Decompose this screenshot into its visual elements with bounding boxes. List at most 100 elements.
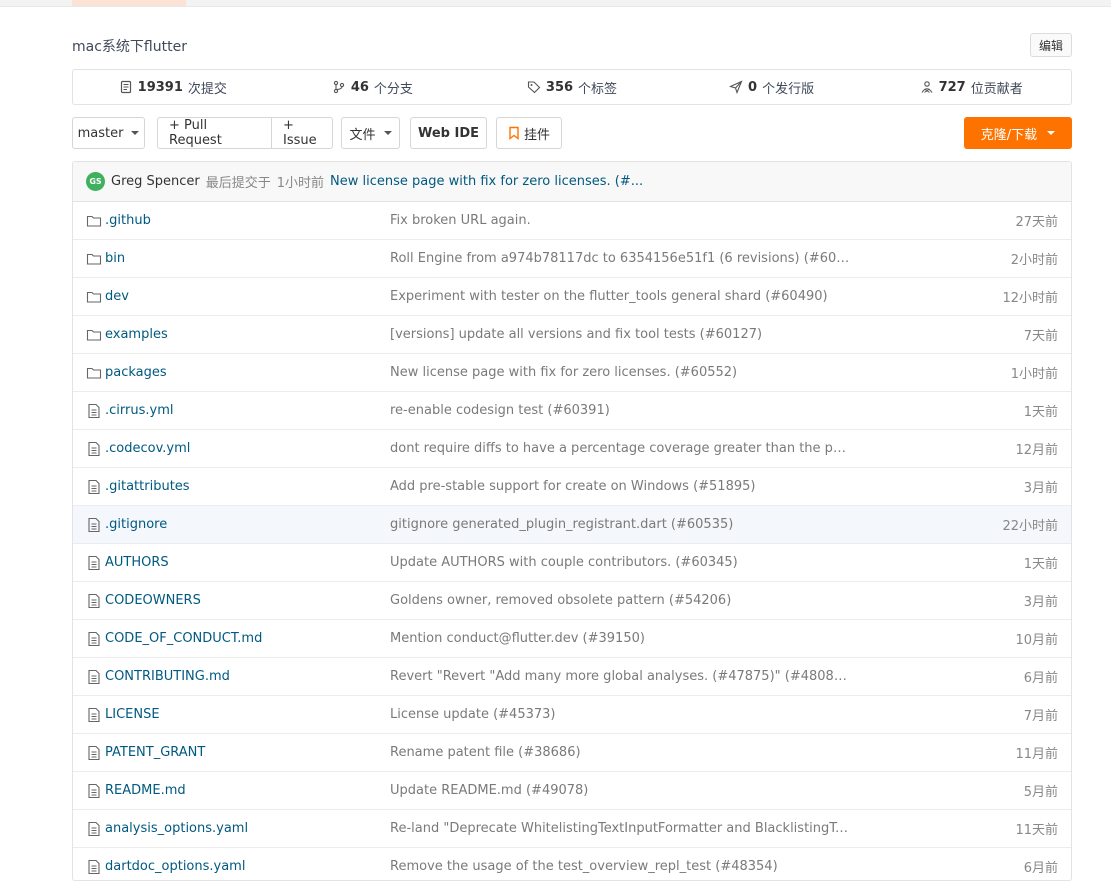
file-name-link[interactable]: .codecov.yml bbox=[105, 441, 190, 456]
file-name-link[interactable]: .gitattributes bbox=[105, 479, 190, 494]
commit-message-link[interactable]: New license page with fix for zero licen… bbox=[390, 365, 737, 380]
stat-commits[interactable]: 19391 次提交 bbox=[73, 70, 273, 104]
file-name-link[interactable]: dartdoc_options.yaml bbox=[105, 859, 245, 874]
widget-button[interactable]: 挂件 bbox=[496, 117, 562, 149]
new-pull-request-button[interactable]: + Pull Request bbox=[158, 118, 267, 148]
web-ide-button[interactable]: Web IDE bbox=[410, 117, 487, 149]
commit-time: 5月前 bbox=[1023, 785, 1058, 800]
file-name-link[interactable]: examples bbox=[105, 327, 168, 342]
commit-message-link[interactable]: Add pre-stable support for create on Win… bbox=[390, 479, 755, 494]
table-row[interactable]: .gitattributes Add pre-stable support for… bbox=[73, 468, 1071, 506]
commit-time: 22小时前 bbox=[1002, 519, 1058, 534]
table-row[interactable]: CODEOWNERS Goldens owner, removed obsolet… bbox=[73, 582, 1071, 620]
commit-message-link[interactable]: Rename patent file (#38686) bbox=[390, 745, 581, 760]
file-menu-button[interactable]: 文件 bbox=[341, 117, 400, 149]
commit-message-link[interactable]: Re-land "Deprecate WhitelistingTextInput… bbox=[390, 821, 850, 836]
folder-icon bbox=[86, 289, 102, 305]
file-name-link[interactable]: CONTRIBUTING.md bbox=[105, 669, 230, 684]
commit-message-link[interactable]: dont require diffs to have a percentage … bbox=[390, 441, 850, 456]
commit-time: 12小时前 bbox=[1002, 291, 1058, 306]
table-row[interactable]: analysis_options.yaml Re-land "Deprecate … bbox=[73, 810, 1071, 848]
file-name-link[interactable]: bin bbox=[105, 251, 125, 266]
file-name-link[interactable]: .cirrus.yml bbox=[105, 403, 173, 418]
commit-time: 1小时前 bbox=[1010, 367, 1058, 382]
commit-message-link[interactable]: Experiment with tester on the flutter_to… bbox=[390, 289, 828, 304]
stat-branches[interactable]: 46 个分支 bbox=[273, 70, 473, 104]
commit-time: 27天前 bbox=[1015, 215, 1058, 230]
commit-icon bbox=[120, 80, 131, 94]
commit-message-link[interactable]: Goldens owner, removed obsolete pattern … bbox=[390, 593, 731, 608]
stat-commits-count: 19391 bbox=[137, 79, 183, 95]
file-name-link[interactable]: README.md bbox=[105, 783, 186, 798]
file-name-link[interactable]: dev bbox=[105, 289, 129, 304]
commit-time: 10月前 bbox=[1015, 633, 1058, 648]
commit-message-link[interactable]: Update AUTHORS with couple contributors.… bbox=[390, 555, 738, 570]
commit-message-link[interactable]: gitignore generated_plugin_registrant.da… bbox=[390, 517, 733, 532]
table-row[interactable]: dev Experiment with tester on the flutter… bbox=[73, 278, 1071, 316]
table-row[interactable]: CODE_OF_CONDUCT.md Mention conduct@flutte… bbox=[73, 620, 1071, 658]
commit-message[interactable]: New license page with fix for zero licen… bbox=[330, 174, 643, 189]
file-name-link[interactable]: LICENSE bbox=[105, 707, 160, 722]
commit-time: 11天前 bbox=[1015, 823, 1058, 838]
table-row[interactable]: .gitignore gitignore generated_plugin_reg… bbox=[73, 506, 1071, 544]
commit-message-link[interactable]: [versions] update all versions and fix t… bbox=[390, 327, 762, 342]
table-row[interactable]: examples [versions] update all versions a… bbox=[73, 316, 1071, 354]
folder-icon bbox=[86, 251, 102, 267]
table-row[interactable]: AUTHORS Update AUTHORS with couple contri… bbox=[73, 544, 1071, 582]
commit-message-link[interactable]: Revert "Revert "Add many more global ana… bbox=[390, 669, 850, 684]
stat-commits-label: 次提交 bbox=[187, 81, 227, 97]
file-name-link[interactable]: CODE_OF_CONDUCT.md bbox=[105, 631, 262, 646]
edit-description-button[interactable]: 编辑 bbox=[1030, 33, 1072, 57]
file-name-link[interactable]: packages bbox=[105, 365, 167, 380]
table-row[interactable]: README.md Update README.md (#49078) 5月前 bbox=[73, 772, 1071, 810]
file-icon bbox=[86, 821, 102, 837]
top-nav-strip bbox=[0, 0, 1111, 7]
stat-releases-label: 个发行版 bbox=[762, 81, 815, 97]
commit-message-link[interactable]: Fix broken URL again. bbox=[390, 213, 531, 228]
commit-message-link[interactable]: Remove the usage of the test_overview_re… bbox=[390, 859, 778, 874]
file-name-link[interactable]: .gitignore bbox=[105, 517, 167, 532]
table-row[interactable]: LICENSE License update (#45373) 7月前 bbox=[73, 696, 1071, 734]
table-row[interactable]: packages New license page with fix for ze… bbox=[73, 354, 1071, 392]
file-icon bbox=[86, 631, 102, 647]
avatar[interactable]: GS bbox=[86, 172, 105, 191]
file-icon bbox=[86, 745, 102, 761]
stat-releases[interactable]: 0 个发行版 bbox=[672, 70, 872, 104]
file-icon bbox=[86, 517, 102, 533]
table-row[interactable]: .cirrus.yml re-enable codesign test (#603… bbox=[73, 392, 1071, 430]
stat-contributors[interactable]: 727 位贡献者 bbox=[871, 70, 1071, 104]
commit-message-link[interactable]: re-enable codesign test (#60391) bbox=[390, 403, 610, 418]
stat-branches-count: 46 bbox=[350, 79, 369, 95]
table-row[interactable]: CONTRIBUTING.md Revert "Revert "Add many … bbox=[73, 658, 1071, 696]
file-name-link[interactable]: AUTHORS bbox=[105, 555, 169, 570]
commit-time: 7月前 bbox=[1023, 709, 1058, 724]
commit-time: 6月前 bbox=[1023, 861, 1058, 876]
commit-time: 3月前 bbox=[1023, 595, 1058, 610]
file-name-link[interactable]: analysis_options.yaml bbox=[105, 821, 248, 836]
chevron-down-icon bbox=[383, 131, 392, 135]
file-icon bbox=[86, 707, 102, 723]
commit-message-link[interactable]: License update (#45373) bbox=[390, 707, 555, 722]
table-row[interactable]: .codecov.yml dont require diffs to have a… bbox=[73, 430, 1071, 468]
chevron-down-icon bbox=[1047, 131, 1056, 135]
table-row[interactable]: .github Fix broken URL again. 27天前 bbox=[73, 202, 1071, 240]
branch-select[interactable]: master bbox=[72, 117, 145, 149]
stat-contributors-label: 位贡献者 bbox=[970, 81, 1023, 97]
file-name-link[interactable]: .github bbox=[105, 213, 151, 228]
file-name-link[interactable]: PATENT_GRANT bbox=[105, 745, 205, 760]
commit-message-link[interactable]: Roll Engine from a974b78117dc to 6354156… bbox=[390, 251, 850, 266]
commit-author[interactable]: Greg Spencer bbox=[111, 174, 200, 189]
table-row[interactable]: PATENT_GRANT Rename patent file (#38686) 1… bbox=[73, 734, 1071, 772]
widget-label: 挂件 bbox=[523, 127, 550, 143]
commit-message-link[interactable]: Mention conduct@flutter.dev (#39150) bbox=[390, 631, 645, 646]
file-icon bbox=[86, 479, 102, 495]
new-issue-button[interactable]: + Issue bbox=[271, 118, 332, 148]
file-name-link[interactable]: CODEOWNERS bbox=[105, 593, 201, 608]
table-row[interactable]: dartdoc_options.yaml Remove the usage of … bbox=[73, 848, 1071, 880]
file-icon bbox=[86, 669, 102, 685]
file-menu-label: 文件 bbox=[349, 127, 376, 143]
commit-message-link[interactable]: Update README.md (#49078) bbox=[390, 783, 588, 798]
table-row[interactable]: bin Roll Engine from a974b78117dc to 6354… bbox=[73, 240, 1071, 278]
clone-download-button[interactable]: 克隆/下载 bbox=[964, 117, 1072, 149]
stat-tags[interactable]: 356 个标签 bbox=[472, 70, 672, 104]
